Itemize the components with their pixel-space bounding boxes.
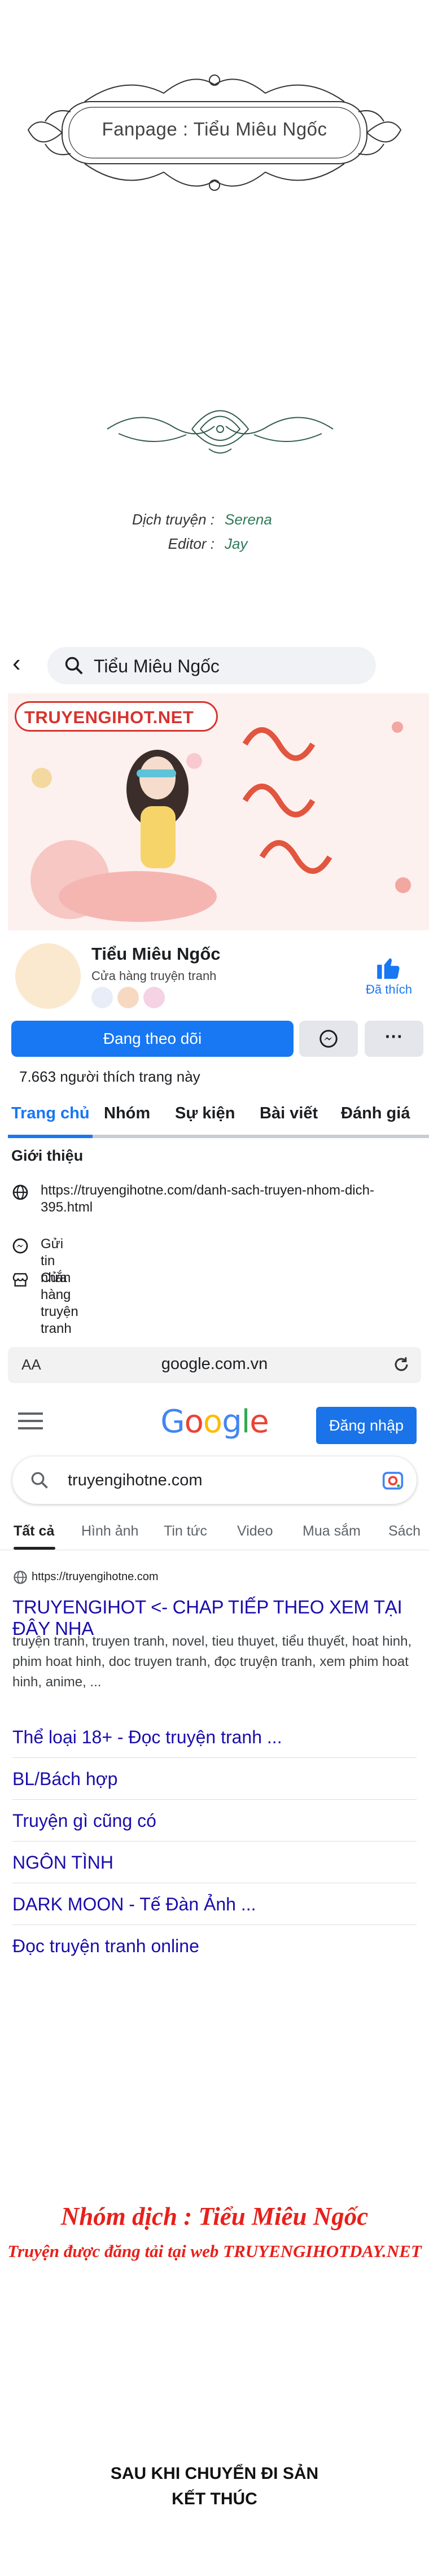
browser-url[interactable]: google.com.vn (8, 1355, 421, 1374)
editor-name: Jay (225, 535, 248, 552)
sign-in-button[interactable]: Đăng nhập (316, 1407, 417, 1444)
globe-icon (12, 1184, 28, 1200)
page-likes-count: 7.663 người thích trang này (19, 1068, 200, 1085)
sitelink[interactable]: DARK MOON - Tế Đàn Ảnh ... (12, 1883, 417, 1925)
google-search-box[interactable]: truyengihotne.com (12, 1457, 417, 1504)
tab-shopping[interactable]: Mua sắm (303, 1523, 361, 1540)
page-badge-icon[interactable] (117, 987, 139, 1008)
result-description: truyện tranh, truyen tranh, novel, tieu … (12, 1634, 412, 1690)
active-tab-indicator (14, 1547, 55, 1550)
translator-credit: Dịch truyện : Serena (73, 511, 356, 533)
search-icon (31, 1472, 48, 1489)
page-avatar[interactable] (14, 942, 82, 1011)
editor-label: Editor : (168, 535, 214, 552)
reload-icon[interactable] (392, 1355, 411, 1374)
fb-page-tabs: Trang chủ Nhóm Sự kiện Bài viết Đánh giá (8, 1095, 429, 1138)
messenger-icon (12, 1238, 28, 1254)
google-lens-icon[interactable] (382, 1470, 404, 1490)
more-options-button[interactable]: ··· (365, 1021, 423, 1057)
tab-posts[interactable]: Bài viết (260, 1104, 318, 1123)
site-favicon-icon (14, 1571, 27, 1584)
sitelink[interactable]: NGÔN TÌNH (12, 1842, 417, 1883)
thumbs-up-icon[interactable] (375, 953, 403, 981)
sitelink[interactable]: Thể loại 18+ - Đọc truyện tranh ... (12, 1716, 417, 1758)
credits-ornament (107, 410, 334, 454)
tab-all[interactable]: Tất cả (14, 1523, 54, 1540)
tab-books[interactable]: Sách (388, 1523, 421, 1540)
intro-category-label: Cửa hàng truyện tranh (41, 1270, 78, 1336)
google-header: Google Đăng nhập (0, 1394, 429, 1445)
fb-cover-photo: TRUYENGIHOT.NET (8, 693, 429, 930)
sitelink[interactable]: Đọc truyện tranh online (12, 1925, 417, 1967)
translator-label: Dịch truyện : (132, 511, 214, 528)
tab-video[interactable]: Video (237, 1523, 273, 1540)
cover-site-logo: TRUYENGIHOT.NET (15, 701, 218, 732)
messenger-button[interactable] (299, 1021, 358, 1057)
tab-groups[interactable]: Nhóm (104, 1104, 150, 1123)
translator-name: Serena (225, 511, 272, 528)
translation-team-credit: Nhóm dịch : Tiểu Miêu Ngốc (60, 2202, 369, 2231)
ending-text-line-2: KẾT THÚC (172, 2490, 257, 2508)
search-query[interactable]: truyengihotne.com (68, 1471, 203, 1490)
messenger-icon (319, 1030, 338, 1048)
liked-label[interactable]: Đã thích (358, 982, 420, 997)
page-category: Cửa hàng truyện tranh (91, 969, 217, 983)
search-icon (65, 657, 83, 675)
intro-heading: Giới thiệu (11, 1147, 84, 1164)
browser-address-bar[interactable]: AA google.com.vn (8, 1347, 421, 1383)
editor-credit: Editor : Jay (73, 535, 356, 558)
publish-site-credit: Truyện được đăng tải tại web TRUYENGIHOT… (7, 2241, 422, 2261)
google-search-tabs: Tất cả Hình ảnh Tin tức Video Mua sắm Sá… (0, 1519, 429, 1550)
cover-logo-text: TRUYENGIHOT.NET (24, 707, 194, 727)
facebook-page-screenshot: ‹ Tiểu Miêu Ngốc TRUYENGIHOT.NET Tiểu Mi… (8, 637, 429, 1207)
page-info-icon[interactable] (91, 987, 113, 1008)
ending-text-line-1: SAU KHI CHUYỂN ĐI SẢN (110, 2464, 319, 2483)
follow-button[interactable]: Đang theo dõi (11, 1021, 294, 1057)
fanpage-title: Fanpage : Tiểu Miêu Ngốc (102, 119, 327, 139)
tab-images[interactable]: Hình ảnh (81, 1523, 138, 1540)
active-tab-indicator (8, 1135, 93, 1138)
tab-news[interactable]: Tin tức (164, 1523, 207, 1540)
result-url[interactable]: https://truyengihotne.com (32, 1571, 159, 1584)
fb-profile-header: Tiểu Miêu Ngốc Cửa hàng truyện tranh Đã … (8, 930, 429, 1021)
tab-events[interactable]: Sự kiện (175, 1104, 235, 1123)
fb-top-bar: ‹ Tiểu Miêu Ngốc (8, 637, 429, 693)
back-arrow-icon[interactable]: ‹ (12, 649, 35, 677)
tab-home[interactable]: Trang chủ (11, 1104, 90, 1123)
sitelink[interactable]: BL/Bách hợp (12, 1758, 417, 1800)
fb-search-text: Tiểu Miêu Ngốc (94, 656, 220, 676)
tab-reviews[interactable]: Đánh giá (341, 1104, 410, 1123)
intro-website-link[interactable]: https://truyengihotne.com/danh-sach-truy… (41, 1182, 413, 1216)
page-review-icon[interactable] (143, 987, 165, 1008)
sitelink[interactable]: Truyện gì cũng có (12, 1800, 417, 1842)
store-icon (12, 1273, 28, 1287)
page-name: Tiểu Miêu Ngốc (91, 944, 221, 964)
